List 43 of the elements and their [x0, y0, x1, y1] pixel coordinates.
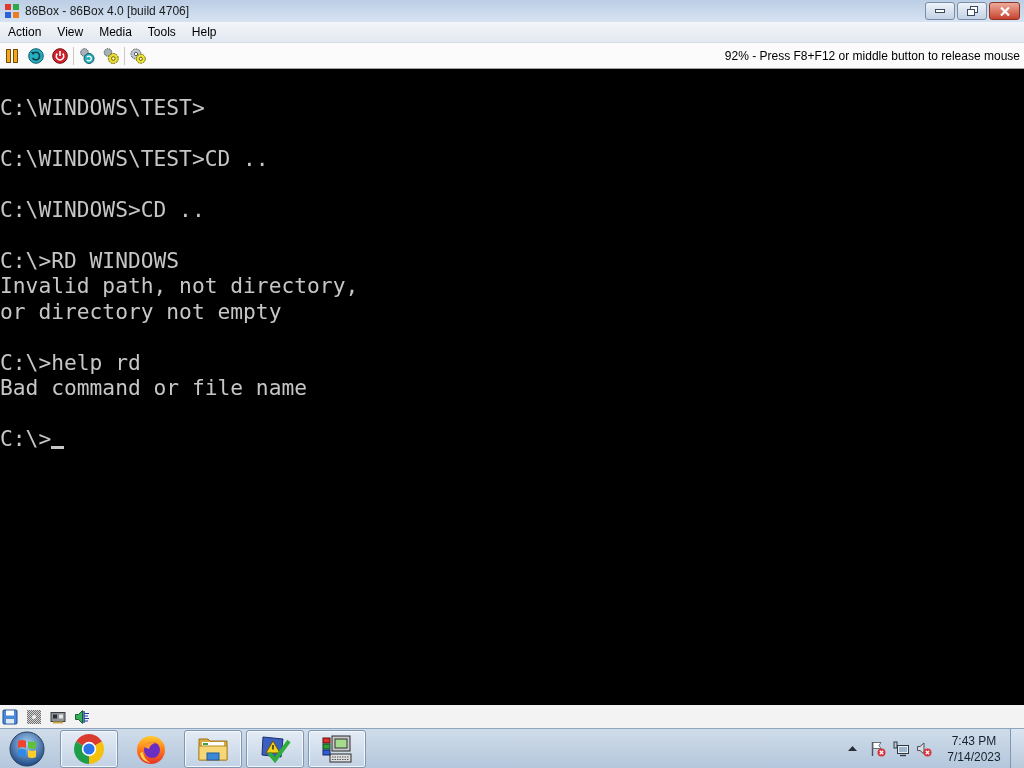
window-title: 86Box - 86Box 4.0 [build 4706]: [25, 3, 190, 20]
settings-icon[interactable]: [130, 47, 146, 64]
minimize-icon[interactable]: [935, 9, 945, 13]
console-line: C:\>: [0, 426, 52, 452]
pause-icon[interactable]: [4, 47, 20, 64]
flag-x-icon[interactable]: [870, 740, 886, 757]
browser-icon[interactable]: [73, 732, 105, 765]
taskbar-button[interactable]: [308, 729, 366, 768]
console-line: C:\>RD WINDOWS: [0, 247, 180, 273]
close-icon[interactable]: [999, 6, 1010, 16]
caret-up-icon[interactable]: [847, 746, 857, 751]
gears-icon[interactable]: [103, 47, 119, 64]
gear-arrow-icon[interactable]: [79, 47, 95, 64]
app-logo-icon: [4, 3, 20, 19]
taskbar-button[interactable]: [60, 729, 118, 768]
console-line: C:\>help rd: [0, 349, 141, 375]
console-line: Bad command or file name: [0, 375, 308, 401]
restore-button[interactable]: [957, 2, 987, 20]
status-message: 92% - Press F8+F12 or middle button to release mouse: [724, 47, 1021, 65]
circular-arrow-icon[interactable]: [28, 47, 44, 64]
menu-item[interactable]: Help: [183, 22, 225, 42]
minimize-button[interactable]: [925, 2, 955, 20]
menu-item[interactable]: View: [49, 22, 92, 42]
menu-item[interactable]: Media: [91, 22, 140, 42]
speaker-muted-icon[interactable]: [916, 740, 932, 757]
network-icon[interactable]: [893, 740, 909, 757]
console-line: C:\WINDOWS>CD ..: [0, 196, 205, 222]
power-icon[interactable]: [52, 47, 68, 64]
start-orb-icon[interactable]: [9, 730, 45, 767]
taskbar-button[interactable]: [246, 729, 304, 768]
menu-item[interactable]: Tools: [139, 22, 184, 42]
console-line: Invalid path, not directory,: [0, 273, 359, 299]
console-line: C:\WINDOWS\TEST>CD ..: [0, 145, 269, 171]
taskbar-button[interactable]: [184, 729, 242, 768]
clock-button[interactable]: 7:43 PM 7/14/2023: [940, 729, 1008, 768]
console-line: or directory not empty: [0, 298, 282, 324]
speaker-icon[interactable]: [74, 708, 90, 725]
menu-item[interactable]: Action: [0, 22, 50, 42]
restore-icon[interactable]: [966, 6, 978, 16]
dotted-square-icon[interactable]: [26, 708, 42, 725]
close-button[interactable]: [989, 2, 1020, 20]
computer-icon[interactable]: [321, 732, 353, 765]
console-line: C:\WINDOWS\TEST>: [0, 94, 205, 120]
